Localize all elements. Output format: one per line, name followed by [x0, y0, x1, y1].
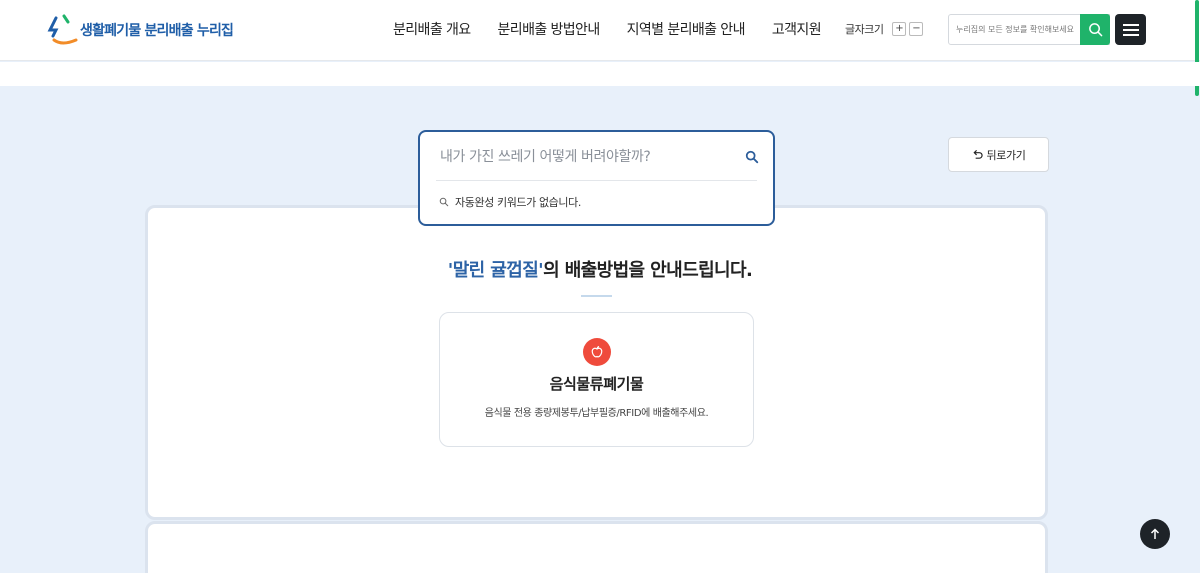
search-divider [436, 180, 757, 181]
recycle-logo-icon [47, 14, 78, 45]
header-search-input[interactable] [949, 15, 1077, 44]
search-icon [439, 197, 449, 207]
category-result-item[interactable]: 음식물류폐기물 음식물 전용 종량제봉투/납부필증/RFID에 배출해주세요. [439, 312, 754, 447]
autocomplete-empty-text: 자동완성 키워드가 없습니다. [455, 196, 581, 209]
font-size-label: 글자크기 [845, 23, 884, 36]
arrow-up-icon [1150, 528, 1160, 539]
scroll-top-button[interactable] [1140, 519, 1170, 549]
category-title: 음식물류폐기물 [549, 375, 644, 393]
waste-search-button[interactable] [742, 147, 762, 167]
autocomplete-empty-message: 자동완성 키워드가 없습니다. [439, 194, 581, 210]
headline-divider [581, 295, 612, 297]
logo-text: 생활폐기물 분리배출 누리집 [80, 23, 234, 39]
result-headline-suffix: 의 배출방법을 안내드립니다. [543, 260, 753, 281]
result-headline: '말린 귤껍질'의 배출방법을 안내드립니다. [0, 256, 1200, 282]
font-size-control: 글자크기 + − [845, 21, 924, 37]
font-size-increase-button[interactable]: + [892, 22, 907, 36]
nav-method-guide[interactable]: 분리배출 방법안내 [498, 19, 601, 39]
search-icon [745, 150, 759, 164]
nav-regional-guide[interactable]: 지역별 분리배출 안내 [627, 19, 746, 39]
nav-overview[interactable]: 분리배출 개요 [393, 19, 471, 39]
site-header: 생활폐기물 분리배출 누리집 분리배출 개요 분리배출 방법안내 지역별 분리배… [0, 0, 1200, 61]
header-spacer [0, 62, 1200, 86]
back-button-label: 뒤로가기 [986, 148, 1026, 162]
waste-search-input[interactable] [440, 144, 730, 170]
apple-icon [583, 338, 611, 366]
secondary-card [145, 521, 1048, 573]
back-button[interactable]: 뒤로가기 [948, 137, 1049, 172]
hamburger-icon [1122, 23, 1139, 36]
result-keyword: '말린 귤껍질' [447, 260, 544, 281]
font-size-decrease-button[interactable]: − [909, 22, 924, 36]
menu-button[interactable] [1115, 14, 1146, 45]
category-description: 음식물 전용 종량제봉투/납부필증/RFID에 배출해주세요. [484, 408, 709, 419]
search-icon [1088, 23, 1102, 37]
nav-customer-support[interactable]: 고객지원 [772, 19, 822, 39]
main-nav: 분리배출 개요 분리배출 방법안내 지역별 분리배출 안내 고객지원 [393, 19, 822, 39]
header-search-button[interactable] [1080, 14, 1110, 45]
site-logo[interactable]: 생활폐기물 분리배출 누리집 [46, 12, 234, 48]
undo-arrow-icon [972, 149, 983, 159]
waste-search-box: 자동완성 키워드가 없습니다. [418, 130, 775, 226]
